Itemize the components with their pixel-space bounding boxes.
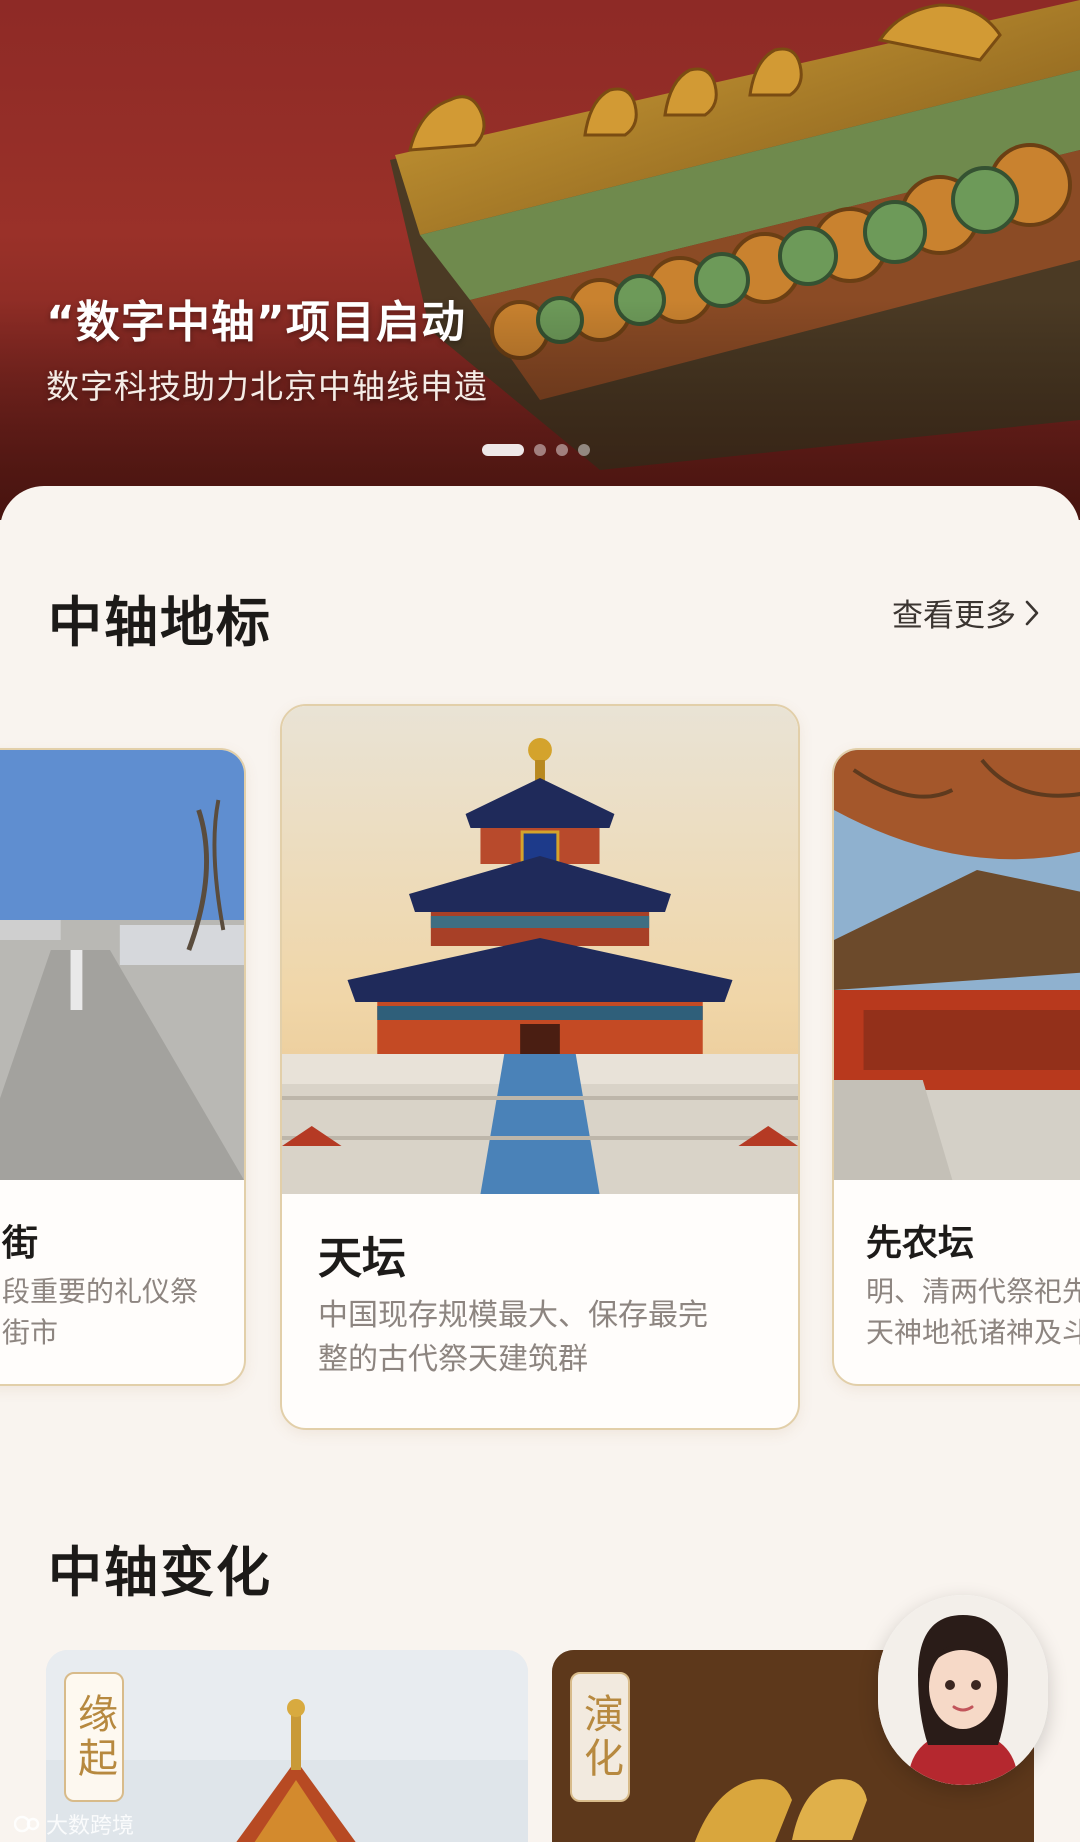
hero-roof-image [0,0,1080,520]
carousel-dot-active[interactable] [482,444,524,456]
carousel-dot[interactable] [556,444,568,456]
app-screen: “数字中轴”项目启动 数字科技助力北京中轴线申遗 中轴地标 查看更多 街 段重要… [0,0,1080,1842]
view-more-link[interactable]: 查看更多 [892,590,1040,635]
landmark-photo-street [0,750,244,1180]
carousel-dot[interactable] [534,444,546,456]
change-tile-tag: 演化 [570,1672,630,1802]
landmarks-section-title: 中轴地标 [48,590,272,654]
hero-subtitle: 数字科技助力北京中轴线申遗 [46,367,488,406]
landmark-photo-xiannongtan [834,750,1080,1180]
ai-assistant-avatar[interactable] [878,1595,1048,1785]
assistant-avatar-icon [878,1595,1048,1785]
landmark-card-left[interactable]: 街 段重要的礼仪祭 街市 [0,748,246,1386]
landmark-card-temple-of-heaven[interactable]: 天坛 中国现存规模最大、保存最完 整的古代祭天建筑群 [280,704,800,1430]
hero-title: “数字中轴”项目启动 [46,297,466,348]
landmark-card-name: 街 [2,1222,39,1264]
carousel-dot[interactable] [578,444,590,456]
landmark-card-desc: 明、清两代祭祀先 天神地祇诸神及斗 [866,1275,1080,1349]
change-tile-tag: 缘起 [64,1672,124,1802]
watermark-logo-icon [14,1815,40,1833]
hero-banner[interactable]: “数字中轴”项目启动 数字科技助力北京中轴线申遗 [0,0,1080,520]
landmark-photo-temple [282,706,798,1194]
carousel-indicator[interactable] [482,444,590,456]
watermark-text: 大数跨境 [46,1814,135,1839]
landmark-card-name: 天坛 [318,1233,406,1284]
view-more-label: 查看更多 [892,598,1016,634]
chevron-right-icon [1025,600,1039,625]
landmark-card-desc: 段重要的礼仪祭 街市 [2,1275,199,1349]
changes-section-title: 中轴变化 [48,1540,272,1604]
landmark-card-desc: 中国现存规模最大、保存最完 整的古代祭天建筑群 [318,1298,708,1377]
watermark: 大数跨境 [14,1808,134,1840]
landmark-card-right[interactable]: 先农坛 明、清两代祭祀先 天神地祇诸神及斗 [832,748,1080,1386]
landmark-card-name: 先农坛 [866,1222,975,1264]
